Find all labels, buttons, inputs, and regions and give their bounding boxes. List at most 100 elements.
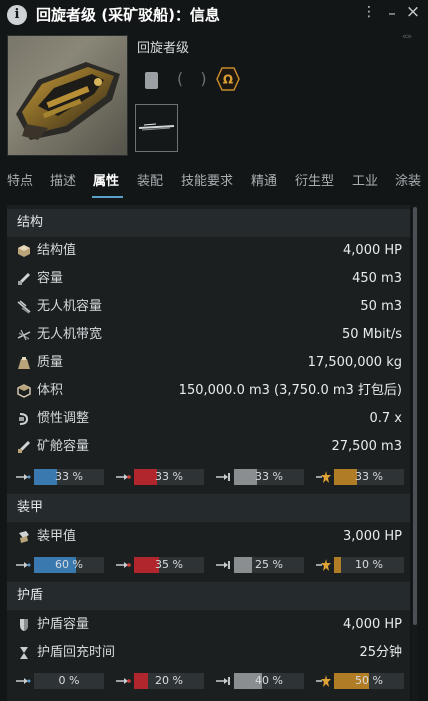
document-icon[interactable] — [145, 72, 158, 89]
attr-value: 25分钟 — [359, 645, 402, 660]
resist-value: 20 % — [155, 674, 183, 687]
resist-value: 10 % — [355, 558, 383, 571]
tab-bar: 特点 描述 属性 装配 技能要求 精通 衍生型 工业 涂装 — [0, 170, 428, 198]
explosive-damage-icon — [315, 469, 331, 485]
minimize-button[interactable]: – — [384, 4, 400, 22]
thermal-damage-icon — [115, 673, 131, 689]
attr-row: 护盾回充时间 25分钟 — [7, 639, 410, 667]
tab-skill-requirements[interactable]: 技能要求 — [181, 170, 233, 189]
resist-value: 35 % — [155, 558, 183, 571]
resist-bar: 60 % — [34, 557, 104, 573]
drone-bandwidth-icon — [17, 329, 31, 341]
info-icon: i — [7, 5, 27, 25]
resist-value: 33 % — [155, 470, 183, 483]
attr-row: 惯性调整 0.7 x — [7, 405, 410, 433]
attr-row: 质量 17,500,000 kg — [7, 349, 410, 377]
resist-bar: 50 % — [334, 673, 404, 689]
attr-row: 无人机带宽 50 Mbit/s — [7, 321, 410, 349]
attr-value: 4,000 HP — [343, 617, 402, 632]
section-shield-header[interactable]: 护盾 — [7, 582, 410, 610]
tab-industry[interactable]: 工业 — [352, 170, 378, 189]
resist-bar: 25 % — [234, 557, 304, 573]
tab-variations[interactable]: 衍生型 — [295, 170, 334, 189]
ring-icon[interactable]: ( ) — [177, 69, 213, 88]
tab-attributes[interactable]: 属性 — [93, 170, 119, 189]
em-damage-icon — [15, 673, 31, 689]
attr-label: 护盾容量 — [37, 617, 90, 632]
resist-bar: 33 % — [34, 469, 104, 485]
attr-value: 0.7 x — [369, 411, 403, 426]
attr-label: 矿舱容量 — [37, 439, 90, 454]
scrollbar-thumb[interactable] — [413, 207, 417, 625]
section-structure-header[interactable]: 结构 — [7, 209, 410, 237]
info-window: i 回旋者级 (采矿驳船)：信息 ⋮ – × «» 回旋者级 ( ) Ω 特点 … — [0, 0, 428, 701]
resist-value: 0 % — [58, 674, 80, 687]
drone-capacity-icon — [17, 300, 31, 314]
svg-text:Ω: Ω — [223, 73, 233, 87]
resist-bar: 10 % — [334, 557, 404, 573]
shield-capacity-icon — [20, 619, 28, 631]
armor-resist-row: 60 % 35 % 25 % 10 % — [7, 554, 410, 576]
module-slot[interactable] — [135, 104, 178, 152]
resist-bar: 20 % — [134, 673, 204, 689]
attr-value: 50 Mbit/s — [341, 327, 402, 342]
resist-bar: 0 % — [34, 673, 104, 689]
resist-value: 33 % — [355, 470, 383, 483]
capacity-icon — [17, 272, 31, 286]
attr-label: 无人机带宽 — [37, 327, 103, 342]
tab-traits[interactable]: 特点 — [7, 170, 33, 189]
resist-bar: 33 % — [234, 469, 304, 485]
attr-value: 450 m3 — [352, 271, 402, 286]
attr-label: 无人机容量 — [37, 299, 103, 314]
resist-bar: 33 % — [334, 469, 404, 485]
attr-row: 体积 150,000.0 m3 (3,750.0 m3 打包后) — [7, 377, 410, 405]
thermal-damage-icon — [115, 557, 131, 573]
ship-render-image — [7, 35, 128, 156]
omega-icon[interactable]: Ω — [216, 67, 240, 91]
ship-illustration — [16, 62, 120, 140]
close-button[interactable]: × — [405, 2, 421, 22]
active-tab-indicator — [92, 196, 123, 198]
mass-icon — [18, 357, 30, 369]
attr-value: 3,000 HP — [343, 529, 402, 544]
miner-module-icon — [138, 123, 175, 131]
attr-label: 惯性调整 — [37, 411, 90, 426]
attr-label: 装甲值 — [37, 529, 77, 544]
explosive-damage-icon — [315, 557, 331, 573]
attr-label: 质量 — [37, 355, 64, 370]
structure-hp-icon — [18, 245, 30, 257]
kinetic-damage-icon — [215, 673, 231, 689]
attr-label: 结构值 — [37, 243, 77, 258]
tab-description[interactable]: 描述 — [50, 170, 76, 189]
menu-icon[interactable]: ⋮ — [361, 4, 377, 20]
attr-row: 矿舱容量 27,500 m3 — [7, 433, 410, 461]
resist-value: 33 % — [255, 470, 283, 483]
resist-bar: 33 % — [134, 469, 204, 485]
ship-name-label: 回旋者级 — [137, 41, 190, 56]
section-armor-header[interactable]: 装甲 — [7, 494, 410, 522]
attr-row: 结构值 4,000 HP — [7, 237, 410, 265]
attr-label: 护盾回充时间 — [37, 645, 116, 660]
tab-fitting[interactable]: 装配 — [137, 170, 163, 189]
resist-value: 40 % — [255, 674, 283, 687]
attr-value: 4,000 HP — [343, 243, 402, 258]
attr-value: 150,000.0 m3 (3,750.0 m3 打包后) — [178, 383, 402, 398]
attr-label: 容量 — [37, 271, 64, 286]
inertia-icon — [19, 413, 29, 425]
attr-row: 护盾容量 4,000 HP — [7, 611, 410, 639]
kinetic-damage-icon — [215, 557, 231, 573]
attr-value: 17,500,000 kg — [307, 355, 402, 370]
resist-value: 60 % — [55, 558, 83, 571]
title-bar[interactable]: i 回旋者级 (采矿驳船)：信息 ⋮ – × — [0, 0, 428, 30]
attr-label: 体积 — [37, 383, 64, 398]
volume-icon — [17, 384, 31, 398]
thermal-damage-icon — [115, 469, 131, 485]
tab-skins[interactable]: 涂装 — [395, 170, 421, 189]
tab-mastery[interactable]: 精通 — [251, 170, 277, 189]
armor-hp-icon — [19, 531, 29, 543]
shield-resist-row: 0 % 20 % 40 % 50 % — [7, 670, 410, 692]
explosive-damage-icon — [315, 673, 331, 689]
collapse-header-icon[interactable]: «» — [402, 32, 412, 42]
em-damage-icon — [15, 557, 31, 573]
resist-value: 33 % — [55, 470, 83, 483]
